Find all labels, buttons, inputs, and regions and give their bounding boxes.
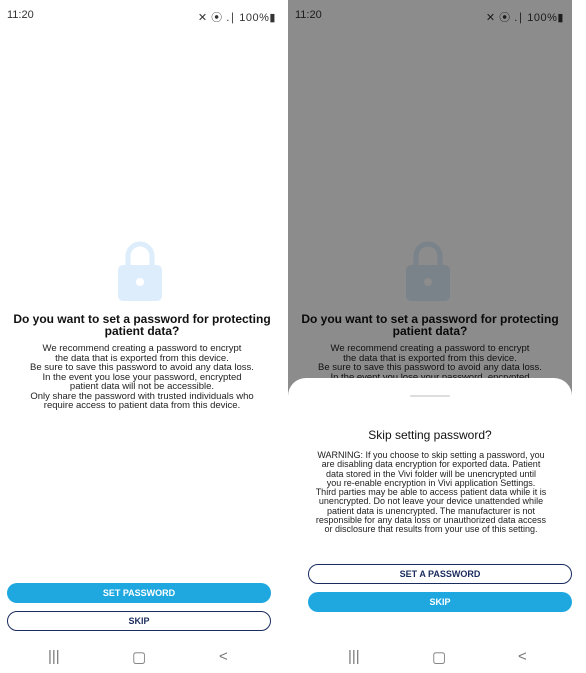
set-a-password-button[interactable]: SET A PASSWORD: [308, 564, 572, 584]
status-icons: ✕ ⦿ .∣ 100%▮: [197, 12, 276, 24]
bottom-sheet-dialog: Skip setting password? WARNING: If you c…: [288, 378, 572, 673]
warning-text: WARNING: If you choose to skip setting a…: [300, 450, 562, 535]
lock-icon: [118, 241, 162, 301]
status-time: 11:20: [7, 9, 34, 21]
title-line: patient data?: [104, 324, 180, 338]
skip-button[interactable]: SKIP: [308, 592, 572, 612]
recent-apps-button[interactable]: |||: [348, 648, 360, 665]
sheet-drag-handle[interactable]: [410, 395, 450, 397]
home-button[interactable]: ▢: [432, 648, 446, 666]
recent-apps-button[interactable]: |||: [48, 648, 60, 665]
system-nav-bar: ||| ▢ <: [288, 648, 572, 670]
description-text: We recommend creating a password to encr…: [12, 344, 272, 411]
home-button[interactable]: ▢: [132, 648, 146, 666]
password-setup-screen: 11:20 ✕ ⦿ .∣ 100%▮ Do you want to set a …: [0, 0, 284, 673]
skip-password-dialog-screen: 11:20 ✕ ⦿ .∣ 100%▮ Do you want to set a …: [288, 0, 572, 673]
status-bar: 11:20 ✕ ⦿ .∣ 100%▮: [0, 0, 284, 26]
skip-button[interactable]: SKIP: [7, 611, 271, 631]
system-nav-bar: ||| ▢ <: [0, 648, 284, 670]
set-password-button[interactable]: SET PASSWORD: [7, 583, 271, 603]
back-button[interactable]: <: [219, 648, 228, 665]
body-line: require access to patient data from this…: [43, 400, 241, 411]
warning-line: or disclosure that results from your use…: [324, 524, 538, 535]
dialog-title: Skip setting password?: [368, 428, 492, 442]
page-title: Do you want to set a password for protec…: [8, 313, 276, 337]
back-button[interactable]: <: [518, 648, 527, 665]
